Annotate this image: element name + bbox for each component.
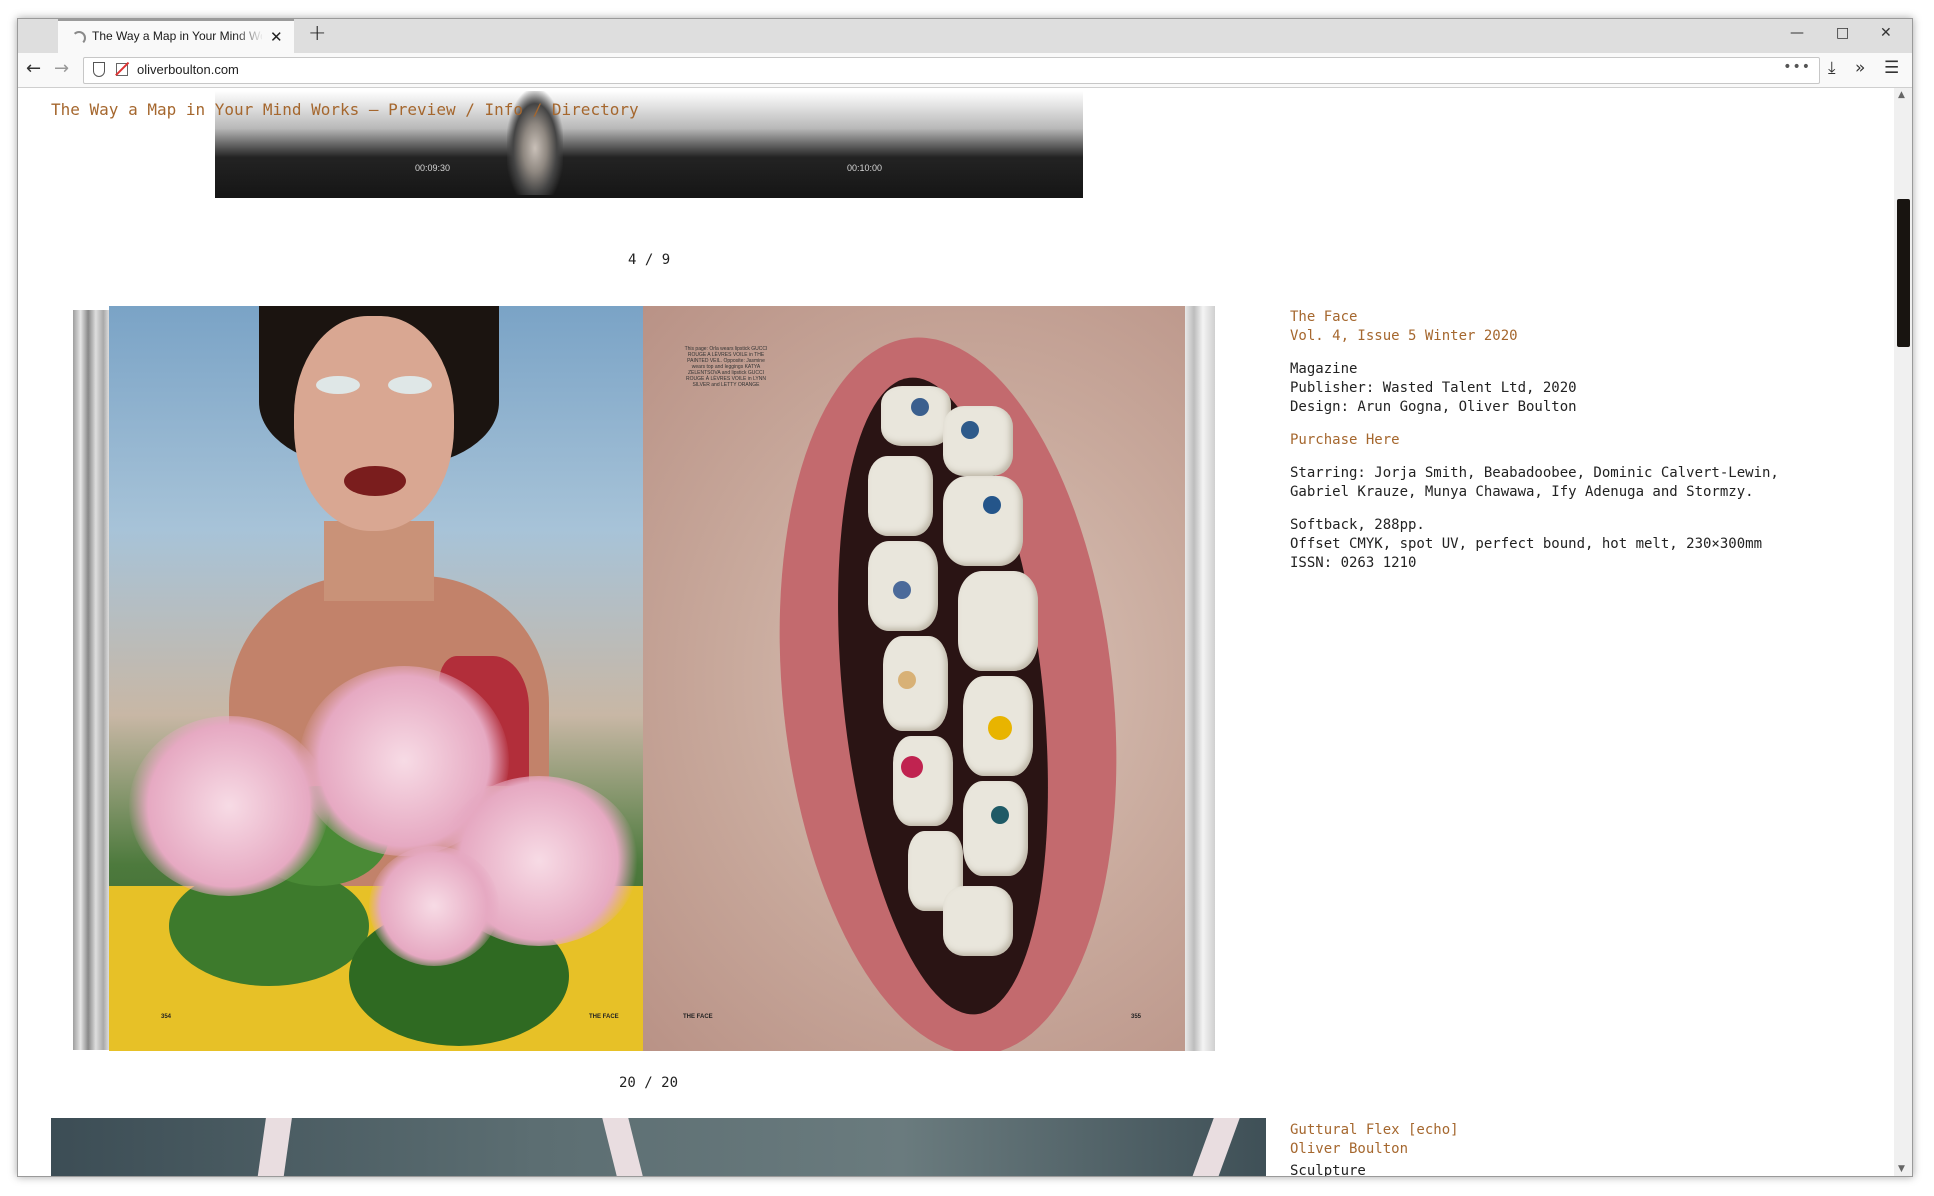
page-number: 354 bbox=[161, 1014, 172, 1020]
portrait-face bbox=[294, 316, 454, 531]
shield-icon[interactable] bbox=[93, 62, 105, 77]
print-spec-line: Offset CMYK, spot UV, perfect bound, hot… bbox=[1290, 536, 1763, 552]
next-project-image[interactable] bbox=[51, 1118, 1266, 1176]
tab-bar: The Way a Map in Your Mind Works ✕ + — □… bbox=[18, 19, 1912, 53]
project-info: The Face Vol. 4, Issue 5 Winter 2020 Mag… bbox=[1290, 308, 1850, 573]
issn-line: ISSN: 0263 1210 bbox=[1290, 555, 1417, 571]
photo-caption: This page: Orla wears lipstick GUCCI ROU… bbox=[684, 346, 768, 388]
starring-line: Gabriel Krauze, Munya Chawawa, Ify Adenu… bbox=[1290, 484, 1754, 500]
project-design: Design: Arun Gogna, Oliver Boulton bbox=[1290, 399, 1577, 415]
maximize-icon[interactable]: □ bbox=[1836, 25, 1849, 41]
next-project-title[interactable]: Guttural Flex [echo] bbox=[1290, 1121, 1459, 1140]
magazine-footer: THE FACE bbox=[589, 1014, 619, 1020]
close-tab-icon[interactable]: ✕ bbox=[270, 28, 283, 46]
download-icon[interactable]: ⤓ bbox=[1828, 58, 1836, 78]
slide-counter: 20 / 20 bbox=[619, 1075, 679, 1091]
video-timestamp: 00:10:00 bbox=[847, 163, 883, 173]
breadcrumb[interactable]: The Way a Map in Your Mind Works — Previ… bbox=[51, 100, 639, 119]
scroll-up-icon[interactable]: ▲ bbox=[1898, 90, 1905, 100]
next-project-info: Guttural Flex [echo] Oliver Boulton bbox=[1290, 1121, 1459, 1159]
project-title[interactable]: The Face bbox=[1290, 308, 1850, 327]
magazine-footer: THE FACE bbox=[683, 1014, 713, 1020]
page-content: 00:09:30 00:10:00 The Way a Map in Your … bbox=[18, 88, 1894, 1176]
minimize-icon[interactable]: — bbox=[1790, 25, 1804, 41]
purchase-link[interactable]: Purchase Here bbox=[1290, 431, 1850, 450]
project-issue[interactable]: Vol. 4, Issue 5 Winter 2020 bbox=[1290, 327, 1850, 346]
page-edges-left bbox=[73, 310, 111, 1050]
magazine-spread-image: 354 THE FACE This page: Orla wears lipst… bbox=[73, 306, 1215, 1051]
tab-active[interactable]: The Way a Map in Your Mind Works ✕ bbox=[58, 19, 294, 53]
left-page: 354 THE FACE bbox=[109, 306, 643, 1051]
flower-bouquet bbox=[129, 716, 329, 896]
project-publisher: Publisher: Wasted Talent Ltd, 2020 bbox=[1290, 380, 1577, 396]
right-page: This page: Orla wears lipstick GUCCI ROU… bbox=[643, 306, 1185, 1051]
navigation-bar: ← → oliverboulton.com ••• ⤓ » ☰ bbox=[18, 53, 1912, 88]
window-close-icon[interactable]: ✕ bbox=[1880, 25, 1892, 41]
menu-icon[interactable]: ☰ bbox=[1884, 58, 1899, 78]
scroll-down-icon[interactable]: ▼ bbox=[1898, 1164, 1905, 1174]
back-arrow-icon[interactable]: ← bbox=[26, 58, 41, 79]
insecure-lock-icon[interactable] bbox=[116, 63, 128, 76]
project-type: Magazine bbox=[1290, 361, 1358, 377]
page-actions-icon[interactable]: ••• bbox=[1783, 59, 1811, 75]
page-number: 355 bbox=[1131, 1014, 1142, 1020]
starring-line: Starring: Jorja Smith, Beabadoobee, Domi… bbox=[1290, 465, 1779, 481]
url-text[interactable]: oliverboulton.com bbox=[137, 62, 239, 77]
browser-window: The Way a Map in Your Mind Works ✕ + — □… bbox=[17, 18, 1913, 1177]
page-edges-right bbox=[1185, 306, 1215, 1051]
next-project-author[interactable]: Oliver Boulton bbox=[1290, 1140, 1459, 1159]
address-bar[interactable]: oliverboulton.com ••• bbox=[83, 57, 1820, 84]
overflow-chevron-icon[interactable]: » bbox=[1855, 58, 1865, 78]
forward-arrow-icon[interactable]: → bbox=[54, 58, 69, 79]
loading-spinner-icon bbox=[72, 31, 86, 45]
slide-counter: 4 / 9 bbox=[628, 252, 671, 268]
next-project-type: Sculpture bbox=[1290, 1163, 1366, 1176]
scroll-thumb[interactable] bbox=[1897, 199, 1910, 347]
format-line: Softback, 288pp. bbox=[1290, 517, 1425, 533]
vertical-scrollbar[interactable]: ▲ ▼ bbox=[1894, 88, 1912, 1176]
new-tab-button[interactable]: + bbox=[308, 21, 326, 46]
video-timestamp: 00:09:30 bbox=[415, 163, 451, 173]
